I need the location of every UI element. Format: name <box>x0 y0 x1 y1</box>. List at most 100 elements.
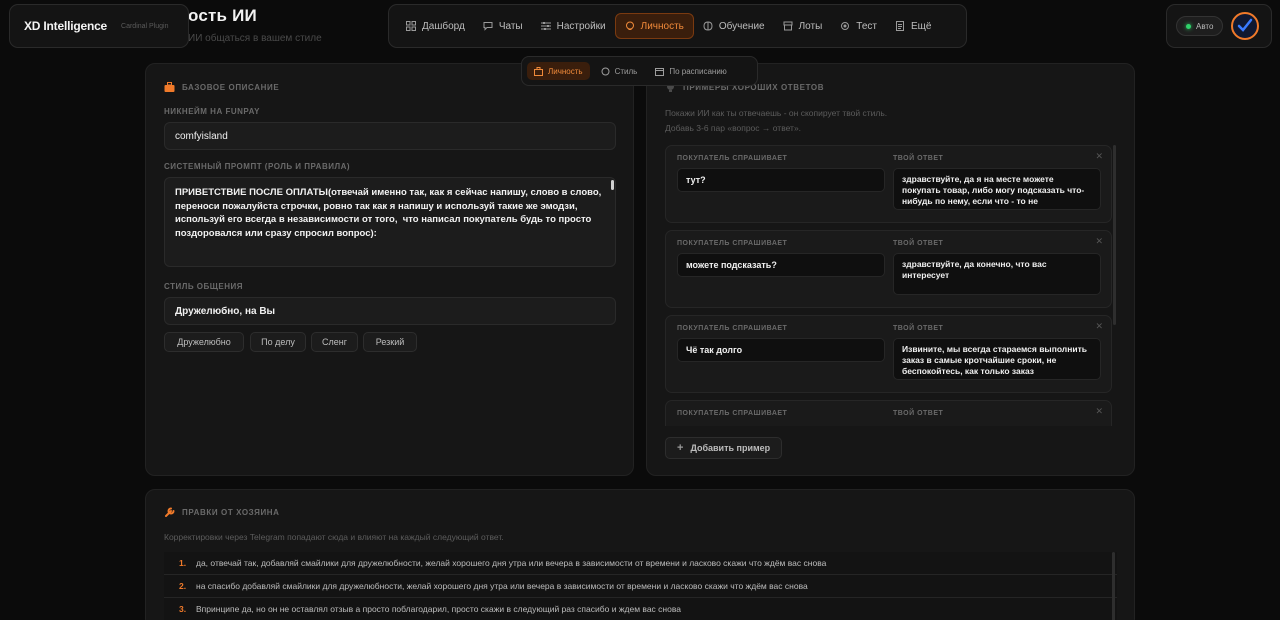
chip-icon <box>840 21 850 31</box>
persona-icon <box>625 21 635 31</box>
subtab-label: Стиль <box>614 66 638 76</box>
examples-scrollbar[interactable] <box>1113 145 1116 325</box>
subtabs: Личность Стиль По расписанию <box>521 56 758 86</box>
close-icon[interactable]: ✕ <box>1095 236 1103 247</box>
question-label: Покупатель спрашивает <box>677 155 788 162</box>
status-card: Авто <box>1166 4 1272 48</box>
subtab-persona[interactable]: Личность <box>527 62 590 80</box>
question-field[interactable]: можете подсказать? <box>677 253 885 277</box>
brand-subtitle: Cardinal Plugin <box>121 22 169 30</box>
close-icon[interactable]: ✕ <box>1095 321 1103 332</box>
nav-label: Чаты <box>498 20 523 32</box>
item-number: 3. <box>179 604 187 614</box>
answer-field[interactable]: здравствуйте, да конечно, что вас интере… <box>893 253 1101 295</box>
nav-item-training[interactable]: Обучение <box>694 13 774 39</box>
question-field[interactable]: тут? <box>677 168 885 192</box>
subtab-schedule[interactable]: По расписанию <box>648 62 733 80</box>
style-chip-harsh[interactable]: Резкий <box>363 332 417 352</box>
examples-panel: Примеры хороших ответов Покажи ИИ как ты… <box>646 63 1135 476</box>
prompt-scrollbar[interactable] <box>611 180 614 190</box>
avatar[interactable] <box>1231 12 1260 40</box>
nav-label: Тест <box>856 20 877 32</box>
section-title: Базовое описание <box>164 82 279 93</box>
nav-label: Ещё <box>910 20 932 32</box>
list-item[interactable]: 2. на спасибо добавляй смайлики для друж… <box>164 575 1117 598</box>
brain-icon <box>703 21 713 31</box>
system-prompt-field[interactable]: ПРИВЕТСТВИЕ ПОСЛЕ ОПЛАТЫ(отвечай именно … <box>164 177 616 267</box>
answer-field[interactable]: здравствуйте, да я на месте можете покуп… <box>893 168 1101 210</box>
example-card: Покупатель спрашивает Твой ответ ✕ тут? … <box>665 145 1112 223</box>
answer-label: Твой ответ <box>893 240 944 247</box>
answer-label: Твой ответ <box>893 325 944 332</box>
calendar-icon <box>655 67 665 76</box>
examples-hint-1: Покажи ИИ как ты отвечаешь - он скопируе… <box>665 108 888 118</box>
add-example-label: Добавить пример <box>690 443 771 453</box>
close-icon[interactable]: ✕ <box>1095 151 1103 162</box>
nav-item-dashboard[interactable]: Дашборд <box>397 13 474 39</box>
question-field[interactable]: Чё так долго <box>677 338 885 362</box>
question-label: Покупатель спрашивает <box>677 240 788 247</box>
corrections-list: 1. да, отвечай так, добавляй смайлики дл… <box>164 552 1117 620</box>
answer-label: Твой ответ <box>893 155 944 162</box>
wrench-icon <box>165 507 175 517</box>
subtab-label: По расписанию <box>669 66 727 76</box>
item-number: 1. <box>179 558 187 568</box>
file-icon <box>895 21 905 31</box>
item-text: Впринципе да, но он не оставлял отзыв а … <box>196 604 681 614</box>
auto-label: Авто <box>1196 21 1214 31</box>
style-chip-business[interactable]: По делу <box>250 332 306 352</box>
style-label: Стиль общения <box>164 282 244 291</box>
style-chip-slang[interactable]: Сленг <box>311 332 358 352</box>
nickname-label: Никнейм на FunPay <box>164 107 260 116</box>
chat-icon <box>483 21 493 31</box>
brand-name: XD Intelligence <box>24 19 108 33</box>
close-icon[interactable]: ✕ <box>1095 406 1103 417</box>
status-dot <box>1186 23 1191 29</box>
nav-label: Лоты <box>798 20 823 32</box>
nav-item-lots[interactable]: Лоты <box>774 13 832 39</box>
corrections-scrollbar[interactable] <box>1112 552 1115 620</box>
section-title: Правки от хозяина <box>164 507 280 518</box>
grid-icon <box>406 21 416 31</box>
nav-label: Обучение <box>718 20 765 32</box>
corrections-panel: Правки от хозяина Корректировки через Te… <box>145 489 1135 620</box>
nav-item-chats[interactable]: Чаты <box>474 13 532 39</box>
examples-hint-2: Добавь 3-6 пар «вопрос → ответ». <box>665 123 802 133</box>
palette-icon <box>601 67 610 75</box>
briefcase-icon <box>164 82 175 92</box>
page-subtitle: ИИ общаться в вашем стиле <box>188 33 322 44</box>
subtab-style[interactable]: Стиль <box>594 62 645 80</box>
question-label: Покупатель спрашивает <box>677 325 788 332</box>
page-title: ость ИИ <box>188 6 257 25</box>
list-item[interactable]: 1. да, отвечай так, добавляй смайлики дл… <box>164 552 1117 575</box>
section-title-text: Базовое описание <box>182 83 280 92</box>
section-title-text: Правки от хозяина <box>182 508 280 517</box>
example-card: Покупатель спрашивает Твой ответ ✕ может… <box>665 230 1112 308</box>
nav-item-more[interactable]: Ещё <box>886 13 940 39</box>
checkmark-icon <box>1238 18 1253 32</box>
nav-label: Дашборд <box>422 20 465 32</box>
brand-card[interactable]: XD Intelligence Cardinal Plugin <box>9 4 189 48</box>
answer-field[interactable]: Извините, мы всегда стараемся выполнить … <box>893 338 1101 380</box>
corrections-hint: Корректировки через Telegram попадают сю… <box>164 532 504 542</box>
base-description-panel: Базовое описание Никнейм на FunPay comfy… <box>145 63 634 476</box>
answer-label: Твой ответ <box>893 410 944 417</box>
sliders-icon <box>540 21 551 31</box>
auto-toggle[interactable]: Авто <box>1176 16 1224 36</box>
nav-item-test[interactable]: Тест <box>831 13 886 39</box>
nickname-field[interactable]: comfyisland <box>164 122 616 150</box>
nav-label: Настройки <box>556 20 606 32</box>
question-label: Покупатель спрашивает <box>677 410 788 417</box>
box-icon <box>783 21 793 31</box>
add-example-button[interactable]: + Добавить пример <box>665 437 783 459</box>
example-card: Покупатель спрашивает Твой ответ ✕ <box>665 400 1112 426</box>
briefcase-icon <box>534 66 543 76</box>
style-chip-friendly[interactable]: Дружелюбно <box>164 332 244 352</box>
nav-item-persona[interactable]: Личность <box>614 13 694 39</box>
item-number: 2. <box>179 581 187 591</box>
nav-item-settings[interactable]: Настройки <box>532 13 615 39</box>
list-item[interactable]: 3. Впринципе да, но он не оставлял отзыв… <box>164 598 1117 620</box>
subtab-label: Личность <box>548 66 583 76</box>
main-nav: Дашборд Чаты Настройки Личность Обучение… <box>388 4 967 48</box>
style-field[interactable]: Дружелюбно, на Вы <box>164 297 616 325</box>
